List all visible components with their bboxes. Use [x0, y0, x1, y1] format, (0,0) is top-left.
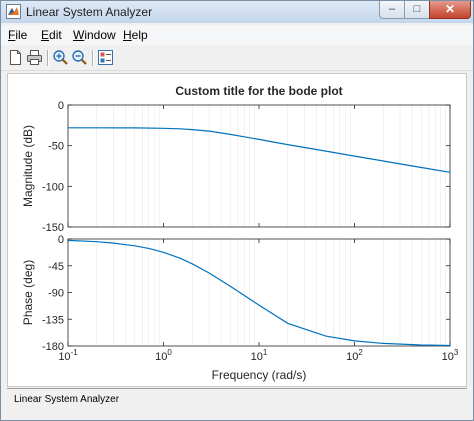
menu-window[interactable]: Window: [73, 28, 116, 42]
window-title: Linear System Analyzer: [26, 5, 153, 19]
toolbar-separator: [47, 50, 49, 66]
minimize-button[interactable]: –: [379, 1, 405, 19]
maximize-icon: □: [413, 3, 421, 15]
close-icon: ✕: [444, 2, 456, 16]
phase-y-tick-label: -90: [48, 288, 64, 300]
magnitude-y-tick-label: -150: [42, 222, 64, 234]
x-tick-label: 101: [251, 348, 268, 363]
x-tick-label: 102: [346, 348, 363, 363]
new-figure-icon[interactable]: [7, 49, 24, 66]
phase-y-axis-label: Phase (deg): [21, 260, 35, 325]
minimize-icon: –: [388, 3, 396, 15]
magnitude-y-axis-label: Magnitude (dB): [21, 125, 35, 207]
zoom-in-icon[interactable]: [52, 49, 69, 66]
status-text: Linear System Analyzer: [14, 394, 120, 405]
close-button[interactable]: ✕: [429, 1, 471, 19]
linear-system-analyzer-window: Linear System Analyzer – □ ✕ File Edit W…: [0, 0, 474, 421]
magnitude-y-tick-label: -100: [42, 181, 64, 193]
matlab-app-icon: [6, 4, 21, 19]
zoom-out-icon[interactable]: [71, 49, 88, 66]
x-tick-label: 100: [155, 348, 172, 363]
magnitude-y-tick-label: 0: [58, 100, 64, 112]
plot-area: Custom title for the bode plot 0 -50 -100 -1…: [7, 73, 467, 387]
phase-y-tick-label: -45: [48, 261, 64, 273]
chart-title: Custom title for the bode plot: [175, 84, 342, 98]
toolbar: [1, 46, 473, 71]
x-tick-label: 103: [442, 348, 459, 363]
menu-edit[interactable]: Edit: [41, 28, 62, 42]
bode-plot[interactable]: Custom title for the bode plot 0 -50 -100 -1…: [8, 74, 466, 386]
x-axis-label: Frequency (rad/s): [212, 368, 307, 382]
magnitude-y-tick-label: -50: [48, 141, 64, 153]
maximize-button[interactable]: □: [404, 1, 430, 19]
toolbar-separator: [92, 50, 94, 66]
status-bar: Linear System Analyzer: [7, 388, 467, 411]
menu-file[interactable]: File: [8, 28, 27, 42]
x-tick-label: 10-1: [58, 348, 78, 363]
title-bar[interactable]: Linear System Analyzer – □ ✕: [1, 1, 473, 23]
print-icon[interactable]: [26, 49, 43, 66]
menu-help[interactable]: Help: [123, 28, 148, 42]
phase-y-tick-label: 0: [58, 234, 64, 246]
menu-bar: File Edit Window Help: [1, 25, 473, 45]
phase-y-tick-label: -135: [42, 314, 64, 326]
plot-configurations-icon[interactable]: [97, 49, 114, 66]
